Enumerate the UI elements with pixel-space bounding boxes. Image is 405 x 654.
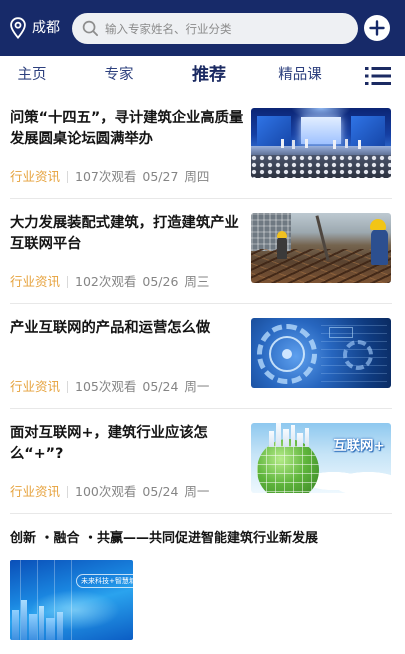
article-meta: 行业资讯 107次观看 05/27 周四	[10, 169, 244, 185]
search-input[interactable]	[105, 13, 349, 44]
article-thumbnail: 互联网+	[251, 423, 391, 493]
stage-side-screen	[257, 116, 291, 146]
audience	[251, 155, 391, 178]
tab-home[interactable]: 主页	[18, 56, 47, 94]
plus-circle-icon	[364, 15, 390, 41]
city-skyline	[10, 600, 76, 640]
publish-date: 05/27	[142, 169, 179, 184]
article-thumbnail	[251, 318, 391, 388]
top-bar: 成都	[0, 0, 405, 56]
stage-platform	[251, 146, 391, 155]
location-pin-icon	[10, 17, 26, 39]
city-label: 成都	[32, 20, 60, 36]
menu-button[interactable]	[365, 66, 391, 86]
meta-separator	[67, 171, 69, 183]
thumbnail-caption: 互联网+	[333, 438, 385, 454]
article-title: 问策“十四五”，寻计建筑企业高质量发展圆桌论坛圆满举办	[10, 110, 244, 147]
article-meta: 行业资讯 105次观看 05/24 周一	[10, 379, 244, 395]
search-bar[interactable]	[72, 13, 358, 44]
category-tag: 行业资讯	[10, 379, 61, 394]
steel-rebar	[251, 249, 391, 283]
article-thumbnail	[251, 108, 391, 178]
stage-main-screen	[301, 117, 341, 144]
tech-panel	[329, 327, 353, 338]
feature-image-caption: 未来科技+智慧城市	[76, 574, 133, 588]
hard-hat	[277, 231, 287, 238]
city-skyline	[265, 423, 313, 447]
tab-bar: 主页 专家 推荐 精品课	[0, 56, 405, 94]
meta-separator	[67, 276, 69, 288]
location-selector[interactable]: 成都	[9, 16, 60, 40]
publish-date: 05/26	[142, 274, 179, 289]
tab-recommended[interactable]: 推荐	[192, 56, 226, 94]
publish-weekday: 周一	[184, 484, 210, 499]
feature-image[interactable]: 未来科技+智慧城市	[10, 560, 133, 640]
article-list: 问策“十四五”，寻计建筑企业高质量发展圆桌论坛圆满举办 行业资讯 107次观看 …	[0, 94, 405, 514]
category-tag: 行业资讯	[10, 484, 61, 499]
stage-speakers	[281, 139, 284, 148]
view-count: 107次观看	[75, 169, 137, 184]
view-count: 100次观看	[75, 484, 137, 499]
cloud	[309, 463, 391, 493]
category-tag: 行业资讯	[10, 169, 61, 184]
hard-hat	[370, 219, 386, 230]
tab-courses[interactable]: 精品课	[278, 56, 322, 94]
publish-date: 05/24	[142, 484, 179, 499]
article-thumbnail	[251, 213, 391, 283]
article-meta: 行业资讯 100次观看 05/24 周一	[10, 484, 244, 500]
stage-side-screen	[351, 116, 385, 146]
feature-section: 创新 ・融合 ・共赢——共同促进智能建筑行业新发展 未来科技+智慧城市	[0, 514, 405, 654]
globe-grid	[257, 439, 319, 493]
article-title: 面对互联网+，建筑行业应该怎么“+”?	[10, 425, 208, 462]
gear	[343, 340, 373, 370]
view-count: 105次观看	[75, 379, 137, 394]
article-meta: 行业资讯 102次观看 05/26 周三	[10, 274, 244, 290]
article-title: 产业互联网的产品和运营怎么做	[10, 320, 211, 336]
tab-experts[interactable]: 专家	[105, 56, 134, 94]
worker	[277, 237, 287, 259]
worker	[371, 229, 388, 265]
view-count: 102次观看	[75, 274, 137, 289]
add-button[interactable]	[364, 15, 390, 41]
meta-separator	[67, 381, 69, 393]
list-menu-icon	[365, 67, 391, 85]
article-item[interactable]: 大力发展装配式建筑，打造建筑产业互联网平台 行业资讯 102次观看 05/26 …	[0, 199, 405, 304]
publish-date: 05/24	[142, 379, 179, 394]
meta-separator	[67, 486, 69, 498]
article-item[interactable]: 问策“十四五”，寻计建筑企业高质量发展圆桌论坛圆满举办 行业资讯 107次观看 …	[0, 94, 405, 199]
article-item[interactable]: 面对互联网+，建筑行业应该怎么“+”? 行业资讯 100次观看 05/24 周一…	[0, 409, 405, 514]
publish-weekday: 周一	[184, 379, 210, 394]
gear-hub	[282, 349, 292, 359]
article-title: 大力发展装配式建筑，打造建筑产业互联网平台	[10, 215, 239, 252]
search-icon	[82, 20, 99, 37]
publish-weekday: 周三	[184, 274, 210, 289]
category-tag: 行业资讯	[10, 274, 61, 289]
article-item[interactable]: 产业互联网的产品和运营怎么做 行业资讯 105次观看 05/24 周一	[0, 304, 405, 409]
feature-title[interactable]: 创新 ・融合 ・共赢——共同促进智能建筑行业新发展	[10, 528, 395, 550]
publish-weekday: 周四	[184, 169, 210, 184]
